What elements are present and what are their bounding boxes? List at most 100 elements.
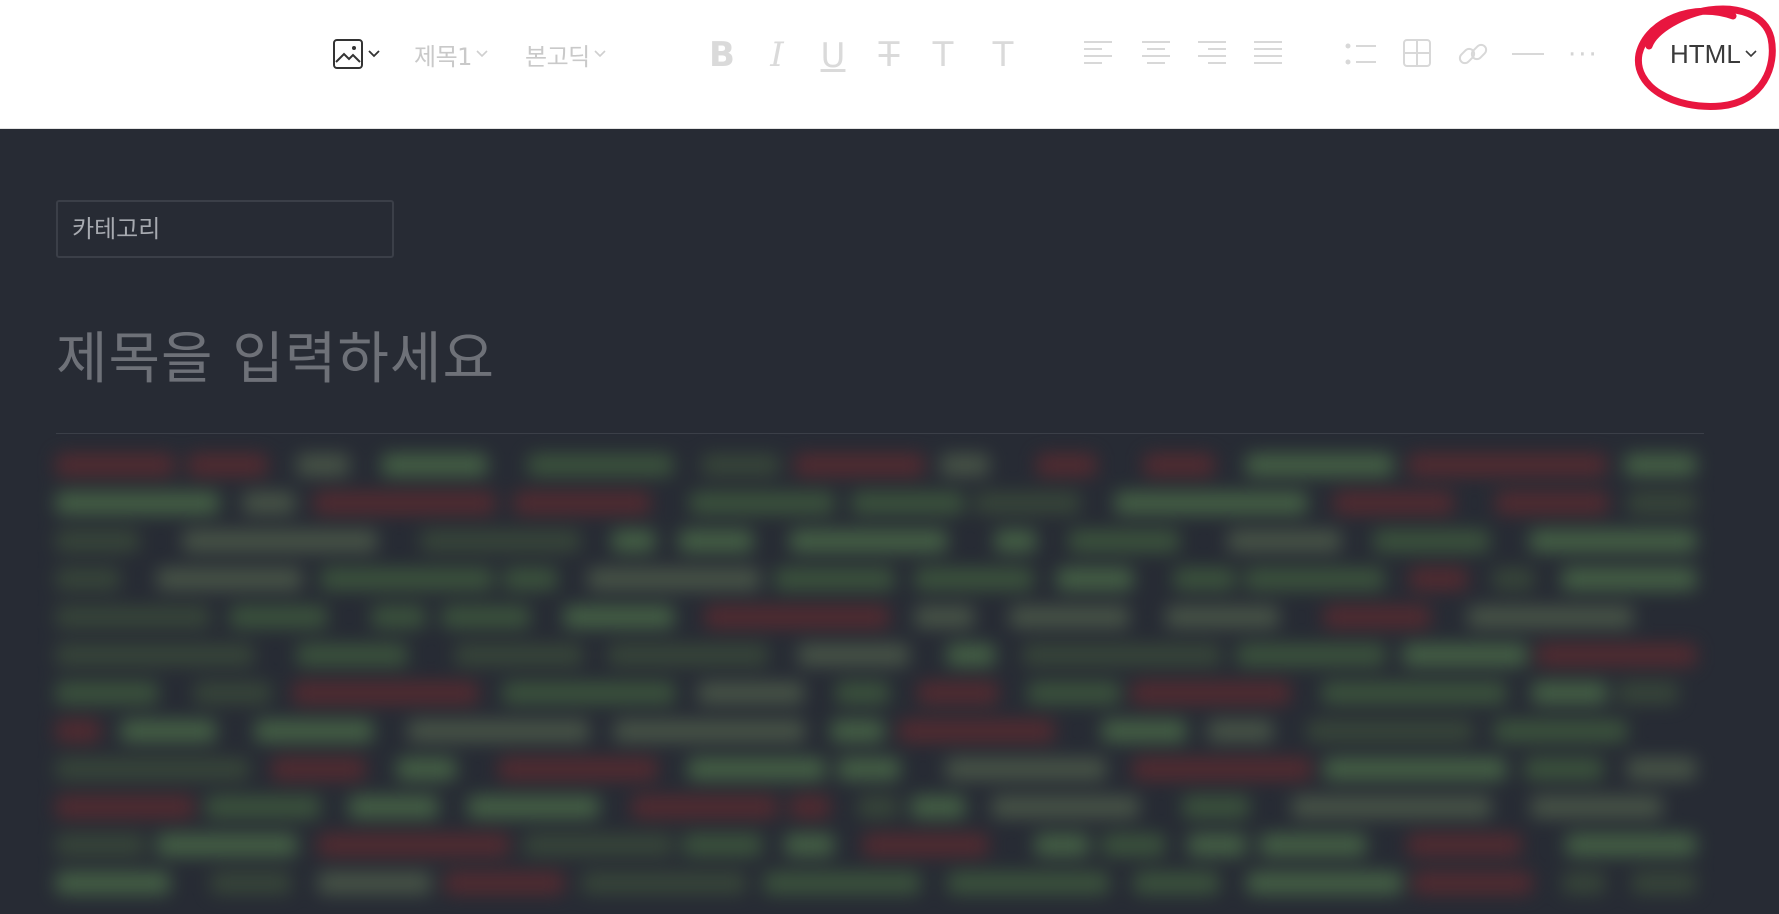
code-token [948, 872, 1109, 894]
more-icon: ··· [1568, 40, 1599, 70]
code-token [1410, 568, 1467, 590]
code-token [504, 568, 557, 590]
code-token [272, 758, 365, 780]
code-token [764, 872, 920, 894]
chevron-down-icon [1744, 49, 1758, 59]
code-token [372, 606, 425, 628]
code-token [255, 720, 373, 742]
code-token [397, 758, 456, 780]
code-token [1493, 568, 1534, 590]
code-token [1537, 644, 1696, 666]
code-token [1115, 492, 1307, 514]
code-token [1132, 682, 1290, 704]
align-justify-button[interactable] [1252, 38, 1284, 66]
code-token [1468, 606, 1633, 628]
html-code-editor[interactable] [56, 454, 1696, 914]
bold-button[interactable]: B [705, 36, 739, 74]
code-token [1324, 758, 1506, 780]
code-token [56, 834, 145, 856]
table-button[interactable] [1402, 38, 1432, 68]
code-token [121, 720, 216, 742]
code-token [499, 758, 657, 780]
code-token [775, 568, 894, 590]
code-token [318, 872, 431, 894]
code-token [1023, 644, 1221, 666]
code-token [683, 834, 762, 856]
bg-color-button[interactable]: T [986, 36, 1020, 74]
code-token [1409, 454, 1606, 476]
chevron-down-icon [367, 49, 381, 59]
more-button[interactable]: ··· [1568, 40, 1599, 70]
code-token [56, 720, 100, 742]
code-token [1035, 834, 1089, 856]
code-token [911, 796, 965, 818]
code-token [915, 606, 974, 628]
code-token [1037, 454, 1096, 476]
link-button[interactable] [1456, 38, 1490, 70]
code-token [1413, 872, 1532, 894]
code-token [790, 796, 830, 818]
align-center-button[interactable] [1140, 38, 1172, 66]
italic-icon: I [770, 35, 784, 75]
code-token [941, 454, 989, 476]
font-dropdown[interactable]: 본고딕 [525, 36, 607, 72]
code-token [514, 492, 650, 514]
align-right-icon [1196, 38, 1228, 66]
title-divider [56, 433, 1704, 434]
image-icon [332, 38, 364, 70]
code-token [1625, 454, 1696, 476]
category-select[interactable]: 카테고리 [56, 200, 394, 258]
strikethrough-button[interactable]: T [872, 36, 906, 74]
code-token [349, 796, 438, 818]
text-color-button[interactable]: T [926, 36, 960, 74]
code-token [698, 682, 804, 704]
code-token [1563, 872, 1605, 894]
align-left-button[interactable] [1082, 38, 1114, 66]
code-token [528, 454, 673, 476]
code-token [297, 644, 407, 666]
code-token [442, 606, 530, 628]
underline-button[interactable]: U [816, 36, 850, 76]
code-token [56, 530, 139, 552]
insert-image-button[interactable] [332, 36, 381, 72]
code-token [56, 682, 158, 704]
horizontal-rule-button[interactable] [1512, 52, 1544, 56]
heading-dropdown[interactable]: 제목1 [414, 36, 489, 72]
code-token [614, 720, 805, 742]
code-token [588, 568, 760, 590]
code-token [785, 834, 834, 856]
code-token [1247, 872, 1402, 894]
italic-button[interactable]: I [760, 36, 794, 74]
heading-dropdown-label: 제목1 [414, 42, 472, 71]
code-token [975, 492, 1080, 514]
bg-color-icon: T [992, 35, 1014, 75]
code-token [1166, 606, 1279, 628]
align-right-button[interactable] [1196, 38, 1228, 66]
code-token [1531, 796, 1662, 818]
code-token [795, 454, 924, 476]
editor-toolbar: 제목1 본고딕 B I U T T T ··· HTML [0, 0, 1779, 129]
code-token [946, 758, 1106, 780]
title-input[interactable]: 제목을 입력하세요 [56, 314, 495, 395]
align-justify-icon [1252, 38, 1284, 66]
horizontal-rule-icon [1512, 52, 1544, 56]
code-token [1208, 720, 1273, 742]
code-token [445, 872, 564, 894]
list-icon [1344, 42, 1378, 66]
code-token [293, 682, 478, 704]
link-icon [1456, 38, 1490, 70]
list-button[interactable] [1344, 42, 1378, 66]
code-token [1525, 758, 1603, 780]
code-token [798, 644, 909, 666]
code-token [382, 454, 487, 476]
code-token [56, 568, 120, 590]
code-token [1324, 606, 1430, 628]
code-token [524, 834, 673, 856]
code-token [899, 720, 1054, 742]
chevron-down-icon [475, 49, 489, 59]
code-token [1628, 492, 1696, 514]
code-token [915, 568, 1033, 590]
editor-mode-dropdown[interactable]: HTML [1670, 36, 1758, 72]
code-token [56, 454, 174, 476]
underline-icon: U [820, 36, 846, 76]
